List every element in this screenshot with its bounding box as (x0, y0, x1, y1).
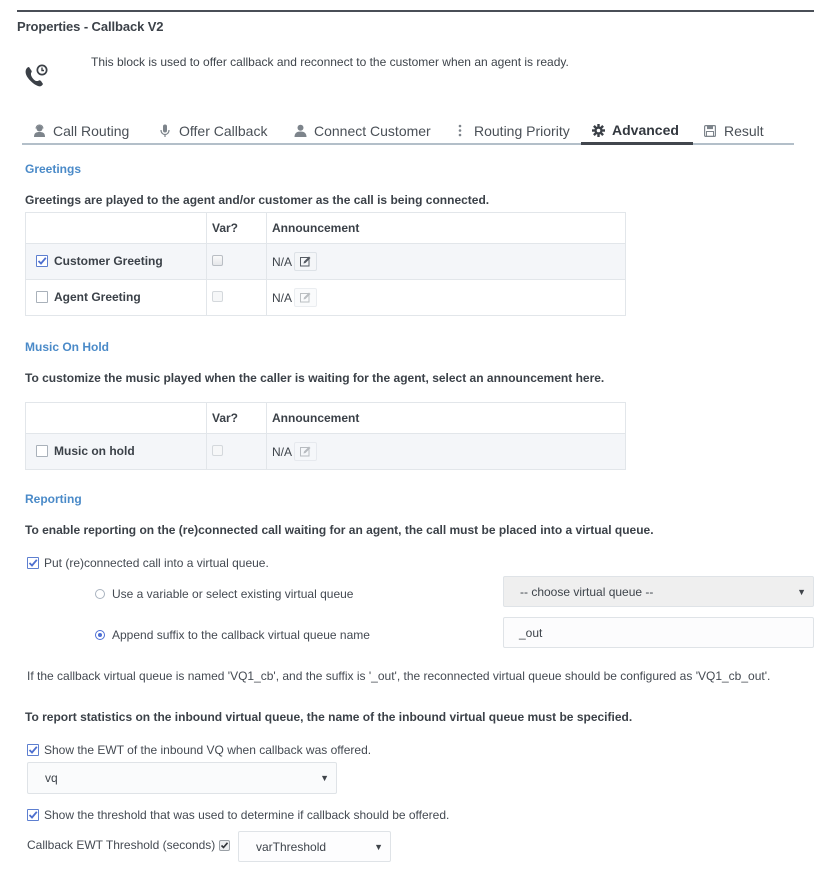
option-existing-vq-row: Use a variable or select existing virtua… (95, 587, 353, 601)
threshold-label: Callback EWT Threshold (seconds) (27, 838, 216, 852)
microphone-icon (158, 124, 172, 138)
table-row: Music on hold N/A (25, 433, 626, 470)
block-description: This block is used to offer callback and… (91, 55, 569, 69)
floppy-disk-icon (703, 124, 717, 138)
show-ewt-checkbox[interactable] (27, 744, 39, 756)
tab-label: Routing Priority (474, 122, 570, 139)
agent-greeting-label: Agent Greeting (54, 289, 141, 304)
tab-label: Offer Callback (179, 122, 268, 139)
suffix-hint: If the callback virtual queue is named '… (27, 669, 771, 683)
option-suffix-row: Append suffix to the callback virtual qu… (95, 628, 370, 642)
virtual-queue-select[interactable]: -- choose virtual queue -- ▼ (503, 576, 814, 607)
music-on-hold-description: To customize the music played when the c… (25, 371, 605, 385)
show-threshold-row: Show the threshold that was used to dete… (27, 808, 449, 822)
option-suffix-label: Append suffix to the callback virtual qu… (112, 628, 370, 642)
customer-greeting-checkbox[interactable] (36, 255, 48, 267)
chevron-down-icon: ▼ (374, 841, 383, 852)
show-threshold-checkbox[interactable] (27, 809, 39, 821)
virtual-queue-select-value: -- choose virtual queue -- (520, 584, 654, 599)
show-ewt-row: Show the EWT of the inbound VQ when call… (27, 743, 371, 757)
greetings-title: Greetings (25, 162, 82, 176)
option-existing-vq-radio[interactable] (95, 589, 105, 599)
customer-greeting-announcement: N/A (272, 254, 293, 269)
tab-routing-priority[interactable]: Routing Priority (443, 118, 581, 143)
chevron-down-icon: ▼ (797, 586, 806, 597)
suffix-input-value: _out (519, 625, 543, 640)
greetings-table: Var? Announcement Customer Greeting N/A (25, 212, 626, 316)
edit-icon (300, 292, 311, 303)
threshold-row: Callback EWT Threshold (seconds) (27, 838, 231, 852)
show-ewt-label: Show the EWT of the inbound VQ when call… (44, 743, 372, 757)
suffix-input[interactable]: _out (503, 617, 814, 648)
tab-connect-customer[interactable]: Connect Customer (283, 118, 443, 143)
agent-greeting-announcement: N/A (272, 290, 293, 305)
agent-greeting-edit-button[interactable] (294, 288, 318, 307)
option-existing-vq-label: Use a variable or select existing virtua… (112, 587, 354, 601)
phone-clock-icon (25, 64, 48, 87)
music-on-hold-announcement: N/A (272, 444, 293, 459)
music-on-hold-checkbox[interactable] (36, 444, 48, 457)
tab-advanced[interactable]: Advanced (581, 118, 693, 145)
inbound-vq-select[interactable]: vq ▼ (27, 762, 337, 794)
threshold-select[interactable]: varThreshold ▼ (238, 831, 391, 862)
threshold-var-checkbox[interactable] (219, 839, 231, 851)
put-in-vq-row: Put (re)connected call into a virtual qu… (27, 556, 269, 570)
music-on-hold-label: Music on hold (54, 443, 135, 458)
tab-label: Connect Customer (314, 122, 431, 139)
option-suffix-radio[interactable] (95, 630, 105, 640)
tab-label: Call Routing (53, 122, 130, 139)
customer-greeting-edit-button[interactable] (294, 252, 318, 271)
header-empty (25, 402, 207, 434)
agent-greeting-checkbox[interactable] (36, 290, 48, 303)
agent-headset-icon (32, 124, 46, 138)
tab-result[interactable]: Result (693, 118, 783, 143)
reporting-title: Reporting (25, 492, 82, 506)
inbound-vq-description: To report statistics on the inbound virt… (25, 710, 633, 724)
tab-label: Result (724, 122, 764, 139)
customer-greeting-label: Customer Greeting (54, 254, 163, 268)
header-announcement: Announcement (266, 402, 626, 434)
music-on-hold-table: Var? Announcement Music on hold N/A (25, 402, 626, 470)
top-divider (17, 10, 814, 12)
tab-offer-callback[interactable]: Offer Callback (148, 118, 283, 143)
table-header-row: Var? Announcement (25, 212, 626, 244)
table-row: Agent Greeting N/A (25, 279, 626, 316)
tab-label: Advanced (612, 122, 679, 138)
put-in-vq-label: Put (re)connected call into a virtual qu… (44, 556, 269, 570)
agent-greeting-var-checkbox[interactable] (212, 290, 223, 302)
header-announcement: Announcement (266, 212, 626, 244)
tab-bar: Call Routing Offer Callback Connect Cust… (22, 118, 794, 145)
show-threshold-label: Show the threshold that was used to dete… (44, 808, 450, 822)
put-in-vq-checkbox[interactable] (27, 557, 39, 569)
user-icon (293, 124, 307, 138)
music-on-hold-title: Music On Hold (25, 340, 109, 354)
music-on-hold-edit-button[interactable] (294, 442, 318, 461)
inbound-vq-select-value: vq (45, 771, 58, 785)
reporting-description: To enable reporting on the (re)connected… (25, 523, 654, 537)
table-header-row: Var? Announcement (25, 402, 626, 434)
music-on-hold-var-checkbox[interactable] (212, 444, 223, 456)
customer-greeting-var-checkbox[interactable] (212, 254, 223, 266)
threshold-select-value: varThreshold (256, 839, 327, 854)
table-row: Customer Greeting N/A (25, 243, 626, 280)
vertical-dots-icon (453, 124, 467, 138)
chevron-down-icon: ▼ (320, 773, 329, 783)
panel-title: Properties - Callback V2 (17, 19, 164, 34)
header-var: Var? (206, 212, 267, 244)
header-empty (25, 212, 207, 244)
edit-icon (300, 446, 311, 457)
header-var: Var? (206, 402, 267, 434)
tab-call-routing[interactable]: Call Routing (22, 118, 148, 143)
edit-icon (300, 256, 311, 267)
greetings-description: Greetings are played to the agent and/or… (25, 193, 490, 207)
gear-icon (591, 123, 605, 137)
